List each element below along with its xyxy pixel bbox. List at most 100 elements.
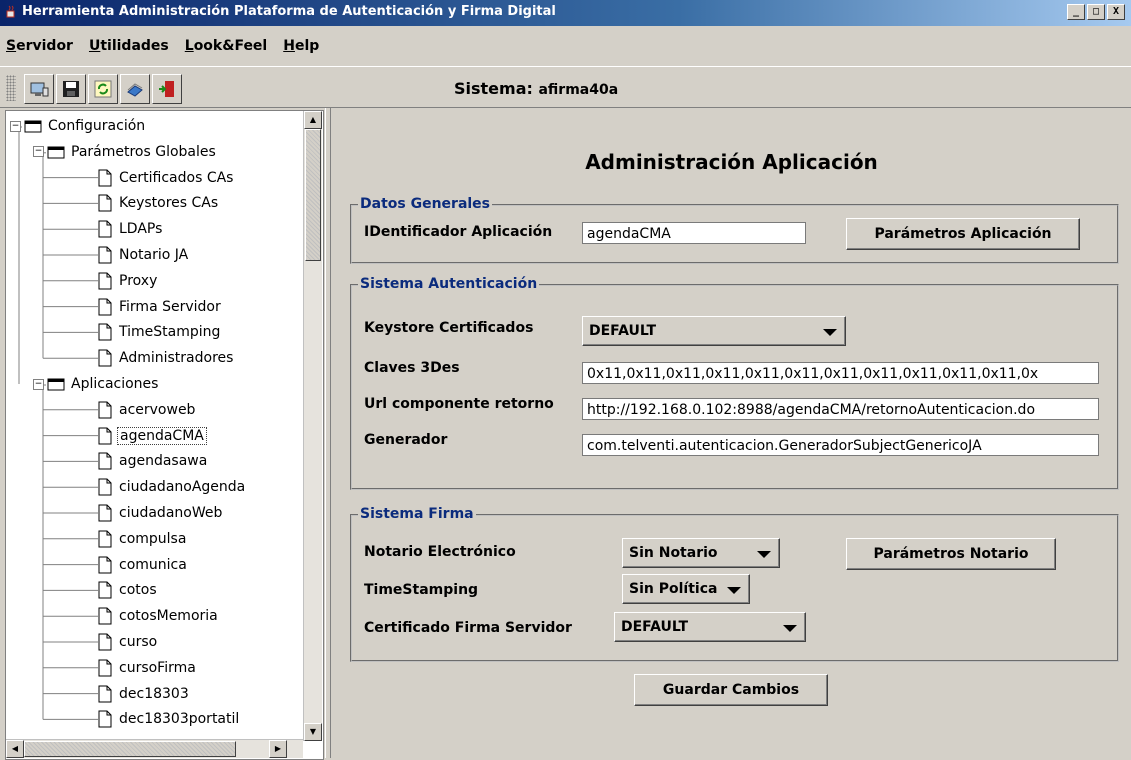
generador-field[interactable]: com.telventi.autenticacion.GeneradorSubj… bbox=[582, 434, 1099, 456]
tree-node-acervoweb[interactable]: acervoweb bbox=[97, 399, 197, 421]
document-icon bbox=[98, 504, 112, 522]
sistema-autenticacion-group: Sistema Autenticación Keystore Certifica… bbox=[350, 276, 1119, 490]
datos-generales-legend: Datos Generales bbox=[358, 196, 493, 212]
tree-node-ciudadanoweb[interactable]: ciudadanoWeb bbox=[97, 502, 224, 524]
scroll-left-icon[interactable]: ◀ bbox=[6, 740, 24, 758]
url-retorno-field[interactable]: http://192.168.0.102:8988/agendaCMA/reto… bbox=[582, 398, 1099, 420]
collapse-toggle-icon[interactable]: − bbox=[33, 146, 44, 158]
timestamping-combo[interactable]: Sin Política bbox=[622, 574, 750, 604]
collapse-toggle-icon[interactable]: − bbox=[10, 120, 21, 132]
tree-node-cotosmemoria[interactable]: cotosMemoria bbox=[97, 605, 220, 627]
minimize-button[interactable]: _ bbox=[1067, 4, 1085, 20]
tree-node-label: Aplicaciones bbox=[71, 376, 159, 392]
notario-combo[interactable]: Sin Notario bbox=[622, 538, 780, 568]
cert-firma-combo[interactable]: DEFAULT bbox=[614, 612, 806, 642]
tree-vertical-scrollbar[interactable]: ▲ ▼ bbox=[303, 111, 322, 741]
tree-node-label: acervoweb bbox=[119, 401, 196, 418]
tree-node-dec18303[interactable]: dec18303 bbox=[97, 683, 191, 705]
parametros-aplicacion-button[interactable]: Parámetros Aplicación bbox=[846, 218, 1080, 250]
collapse-toggle-icon[interactable]: − bbox=[33, 378, 44, 390]
split-pane-divider[interactable] bbox=[325, 108, 331, 758]
menu-help[interactable]: Help bbox=[283, 38, 319, 60]
tree-node-proxy[interactable]: Proxy bbox=[97, 270, 159, 292]
document-icon bbox=[98, 194, 112, 212]
document-icon bbox=[98, 169, 112, 187]
tree-node-ldaps[interactable]: LDAPs bbox=[97, 218, 164, 240]
document-icon bbox=[98, 401, 112, 419]
tree-node-label: cotos bbox=[119, 582, 157, 599]
timestamping-label: TimeStamping bbox=[364, 582, 479, 598]
keystore-combo[interactable]: DEFAULT bbox=[582, 316, 846, 346]
tree-node-compulsa[interactable]: compulsa bbox=[97, 528, 188, 550]
chevron-down-icon bbox=[757, 551, 771, 558]
save-button-toolbar[interactable] bbox=[56, 74, 86, 104]
tree-node-parametros-globales[interactable]: − Parámetros Globales bbox=[33, 141, 218, 163]
parametros-notario-button[interactable]: Parámetros Notario bbox=[846, 538, 1056, 570]
tree-node-label: cursoFirma bbox=[119, 659, 196, 676]
id-aplicacion-label: IDentificador Aplicación bbox=[364, 224, 553, 240]
tree-node-comunica[interactable]: comunica bbox=[97, 554, 189, 576]
save-icon bbox=[63, 81, 79, 97]
guardar-cambios-button[interactable]: Guardar Cambios bbox=[634, 674, 828, 706]
sistema-value: afirma40a bbox=[538, 82, 619, 98]
scroll-down-icon[interactable]: ▼ bbox=[304, 723, 322, 741]
folder-icon bbox=[24, 120, 42, 133]
tree-node-agendasawa[interactable]: agendasawa bbox=[97, 450, 209, 472]
claves-3des-label: Claves 3Des bbox=[364, 360, 460, 376]
tree-node-dec18303portatil[interactable]: dec18303portatil bbox=[97, 708, 241, 730]
toolbar-grip[interactable] bbox=[6, 75, 16, 101]
tree-node-label: Configuración bbox=[48, 118, 146, 134]
scroll-right-icon[interactable]: ▶ bbox=[269, 740, 287, 758]
document-icon bbox=[98, 323, 112, 341]
monitor-icon bbox=[30, 82, 49, 97]
tree-node-notario-ja[interactable]: Notario JA bbox=[97, 244, 190, 266]
tree-node-curso[interactable]: curso bbox=[97, 631, 159, 653]
document-icon bbox=[98, 349, 112, 367]
document-icon bbox=[98, 427, 112, 445]
document-icon bbox=[98, 633, 112, 651]
tree-node-agendacma[interactable]: agendaCMA bbox=[97, 425, 207, 447]
tree-node-label: LDAPs bbox=[119, 221, 163, 238]
keystore-selected: DEFAULT bbox=[589, 323, 657, 339]
book-icon bbox=[127, 83, 143, 97]
tree-node-certificados-cas[interactable]: Certificados CAs bbox=[97, 167, 235, 189]
id-aplicacion-field[interactable]: agendaCMA bbox=[582, 222, 806, 244]
maximize-button[interactable]: □ bbox=[1087, 4, 1105, 20]
tree-vertical-scroll-thumb[interactable] bbox=[305, 129, 321, 261]
document-icon bbox=[98, 710, 112, 728]
monitor-button[interactable] bbox=[24, 74, 54, 104]
tree-node-label: Proxy bbox=[119, 272, 158, 289]
notario-label: Notario Electrónico bbox=[364, 544, 516, 560]
tree-node-label: cotosMemoria bbox=[119, 608, 218, 625]
tree-node-keystores-cas[interactable]: Keystores CAs bbox=[97, 192, 220, 214]
refresh-button[interactable] bbox=[88, 74, 118, 104]
exit-button[interactable] bbox=[152, 74, 182, 104]
tree-node-label: dec18303portatil bbox=[119, 711, 240, 728]
tree-node-label: agendasawa bbox=[119, 453, 208, 470]
tree-node-cotos[interactable]: cotos bbox=[97, 579, 159, 601]
tree-node-label: Notario JA bbox=[119, 247, 189, 263]
cert-firma-label: Certificado Firma Servidor bbox=[364, 620, 572, 636]
tree-node-configuracion[interactable]: − Configuración bbox=[10, 115, 147, 137]
tree-node-timestamping[interactable]: TimeStamping bbox=[97, 321, 222, 343]
close-button[interactable]: X bbox=[1107, 4, 1125, 20]
tree-node-aplicaciones[interactable]: − Aplicaciones bbox=[33, 373, 160, 395]
tree-node-label: Keystores CAs bbox=[119, 195, 219, 212]
tree-horizontal-scroll-thumb[interactable] bbox=[24, 741, 236, 757]
tree-node-firma-servidor[interactable]: Firma Servidor bbox=[97, 296, 223, 318]
chevron-down-icon bbox=[727, 587, 741, 594]
tree-node-administradores[interactable]: Administradores bbox=[97, 347, 235, 369]
menu-bar: Servidor Utilidades Look&Feel Help bbox=[0, 38, 329, 60]
claves-3des-field[interactable]: 0x11,0x11,0x11,0x11,0x11,0x11,0x11,0x11,… bbox=[582, 362, 1099, 384]
menu-servidor[interactable]: Servidor bbox=[6, 38, 73, 60]
menu-utilidades[interactable]: Utilidades bbox=[89, 38, 169, 60]
scroll-up-icon[interactable]: ▲ bbox=[304, 111, 322, 129]
sistema-indicator: Sistema: afirma40a bbox=[454, 79, 618, 98]
tree-node-cursofirma[interactable]: cursoFirma bbox=[97, 657, 198, 679]
book-button[interactable] bbox=[120, 74, 150, 104]
menu-look-and-feel[interactable]: Look&Feel bbox=[185, 38, 267, 60]
tree-horizontal-scrollbar[interactable]: ◀ ▶ bbox=[6, 739, 303, 758]
document-icon bbox=[98, 530, 112, 548]
tree-node-ciudadanoagenda[interactable]: ciudadanoAgenda bbox=[97, 476, 247, 498]
sistema-firma-group: Sistema Firma Notario Electrónico Sin No… bbox=[350, 506, 1119, 662]
